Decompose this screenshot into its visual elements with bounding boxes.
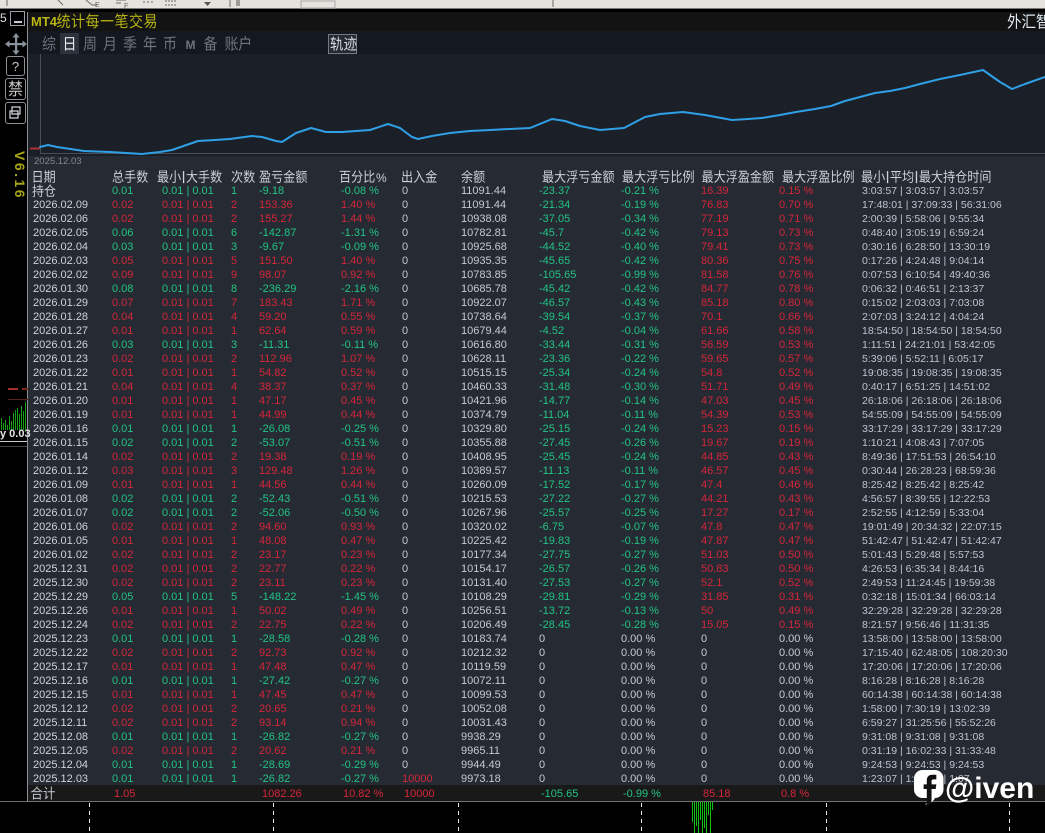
svg-text:F: F [124,3,128,9]
svg-text:E: E [95,2,100,9]
